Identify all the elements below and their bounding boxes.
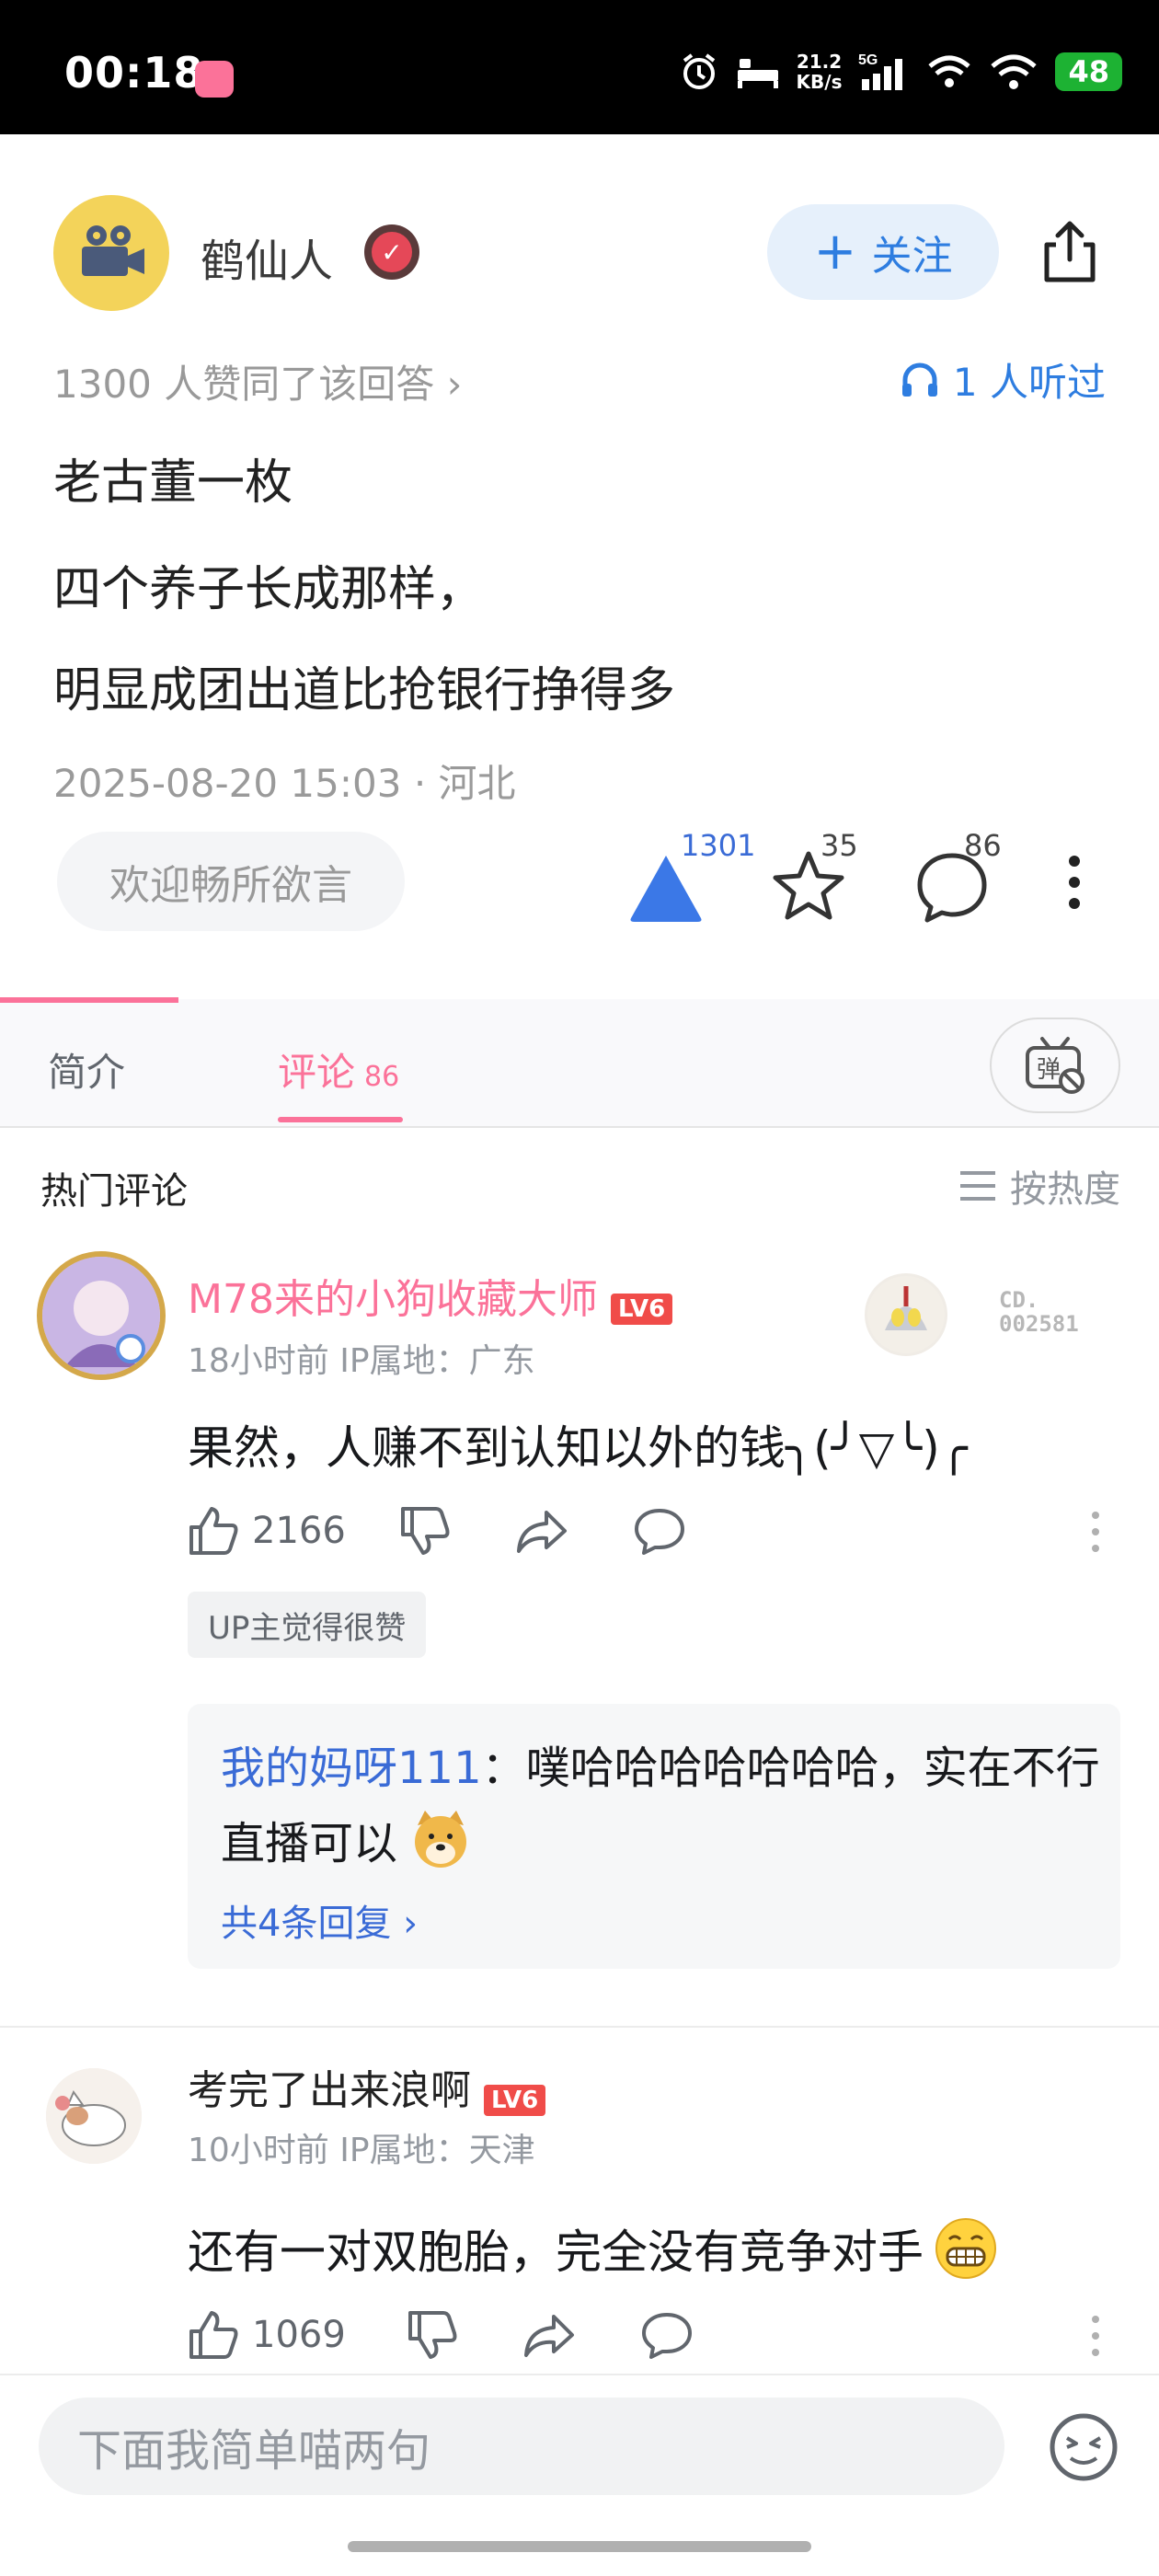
commenter-avatar-2[interactable] [46,2068,142,2164]
movie-camera-icon [82,225,144,276]
comment-count: 86 [964,828,1002,863]
answer-timestamp: 2025-08-20 15:03 · 河北 [53,761,516,806]
reply-preview-line-2: 直播可以 [221,1807,473,1871]
favorite-button[interactable]: 35 [769,828,861,931]
active-tab-indicator [278,1117,403,1122]
fan-badge-avatar[interactable] [865,1273,947,1356]
reply-text-2: 直播可以 [221,1818,398,1869]
comment-more-icon-2[interactable] [1091,2315,1100,2361]
net-speed: 21.2 KB/s [797,52,843,92]
comment-input[interactable]: 下面我简单喵两句 [39,2398,1004,2495]
comment-button[interactable]: 86 [912,828,1004,931]
forward-icon[interactable] [515,1505,568,1557]
thumbs-down-icon[interactable] [407,2309,458,2361]
listened-count[interactable]: 1 人听过 [900,351,1106,408]
answer-reply-input[interactable]: 欢迎畅所欲言 [57,832,405,931]
upvote-button[interactable]: 1301 [625,828,755,931]
thumbs-down-icon[interactable] [399,1505,451,1557]
headphones-icon [901,362,937,397]
verified-badge-icon: ✓ [364,224,419,280]
reply-user-name[interactable]: 我的妈呀111 [221,1742,482,1794]
thumbs-up-icon[interactable] [188,1505,239,1557]
author-name[interactable]: 鹤仙人 [201,224,333,289]
comment-text-2: 还有一对双胞胎，完全没有竞争对手 [188,2225,924,2279]
sort-lines-icon [960,1171,995,1201]
tab-bar [0,999,1159,1128]
commenter-name[interactable]: M78来的小狗收藏大师 [188,1276,598,1323]
comment-divider [0,2026,1159,2028]
follow-button[interactable]: + 关注 [767,204,999,300]
comment-actions-2: 1069 [188,2309,694,2361]
commenter-avatar[interactable] [37,1251,166,1380]
danmaku-off-icon: 弹 [1026,1037,1084,1094]
fan-badge-number: CD. 002581 [999,1287,1079,1337]
thumbs-up-icon[interactable] [188,2309,239,2361]
author-avatar[interactable] [53,195,169,311]
level-badge: LV6 [610,1293,673,1325]
listened-text: 1 人听过 [952,360,1106,405]
wifi-icon [991,54,1038,89]
comment-text: 果然，人赚不到认知以外的钱╮(╯▽╰)╭ [188,1421,968,1475]
comment-meta: 18小时前 IP属地：广东 [188,1342,535,1380]
home-indicator[interactable] [348,2541,811,2552]
battery-indicator: 48 [1055,52,1122,91]
follow-label: 关注 [871,233,953,280]
reply-bubble-icon[interactable] [633,1505,686,1557]
comment-1-user-row: M78来的小狗收藏大师 LV6 [188,1266,673,1325]
reply-bubble-icon[interactable] [640,2309,694,2361]
svg-text:5G: 5G [858,52,878,68]
like-count-2: 1069 [252,2314,346,2356]
tab-comments-count: 86 [364,1061,400,1093]
grin-emoji-icon [935,2218,996,2279]
agree-count-link[interactable]: 1300 人赞同了该回答 › [53,353,462,409]
progress-bar [0,997,178,1003]
sort-by-hot-button[interactable]: 按热度 [958,1159,1120,1213]
net-speed-unit: KB/s [796,71,843,93]
emoji-picker-icon[interactable] [1047,2410,1120,2484]
comment-text-2-row: 还有一对双胞胎，完全没有竞争对手 [188,2215,999,2282]
comment-meta-2: 10小时前 IP属地：天津 [188,2132,535,2169]
sort-label: 按热度 [1010,1168,1120,1211]
status-bar: 00:18 21.2 KB/s 5G 48 [0,0,1159,134]
answer-line-1: 老古董一枚 [53,455,293,511]
commenter-name-2[interactable]: 考完了出来浪啊 [188,2067,471,2114]
signal-icon: 5G [858,52,903,90]
share-icon[interactable] [1036,217,1104,285]
cat-avatar-icon [46,2068,142,2164]
doge-emoji-icon [415,1811,467,1868]
up-liked-tag: UP主觉得很赞 [188,1592,427,1658]
alarm-icon [683,53,715,89]
tab-comments[interactable]: 评论 86 [278,1041,399,1098]
forward-icon[interactable] [522,2309,576,2361]
more-options-icon[interactable] [1065,850,1084,914]
status-time: 00:18 [64,48,204,98]
like-count: 2166 [252,1510,346,1552]
bilibili-notification-icon [195,61,234,98]
reply-preview-line-1: 我的妈呀111：噗哈哈哈哈哈哈哈，实在不行 [221,1731,1100,1796]
tab-intro[interactable]: 简介 [48,1041,125,1098]
wifi-6-icon [928,55,971,87]
level-badge-2: LV6 [484,2084,546,2116]
view-all-replies-link[interactable]: 共4条回复 › [221,1893,418,1947]
comment-actions: 2166 [188,1505,686,1557]
net-speed-value: 21.2 [796,51,843,73]
comment-more-icon[interactable] [1091,1511,1100,1557]
danmaku-toggle-button[interactable]: 弹 [990,1018,1120,1113]
answer-line-2: 四个养子长成那样， [53,562,485,617]
plus-icon: + [813,222,857,282]
sleep-mode-icon [737,59,778,88]
status-icons: 21.2 KB/s 5G 48 [679,52,1122,92]
hot-comments-title: 热门评论 [40,1170,188,1213]
comment-2-user-row: 考完了出来浪啊 LV6 [188,2057,546,2116]
upvote-count: 1301 [681,828,756,863]
ultraman-icon [867,1276,945,1353]
answer-line-3: 明显成团出道比抢银行挣得多 [53,663,676,719]
svg-text:弹: 弹 [1037,1056,1061,1084]
anime-avatar-icon [42,1257,160,1374]
tab-comments-label: 评论 [278,1050,356,1095]
reply-text-1: ：噗哈哈哈哈哈哈哈，实在不行 [481,1742,1100,1794]
favorite-count: 35 [820,828,858,863]
